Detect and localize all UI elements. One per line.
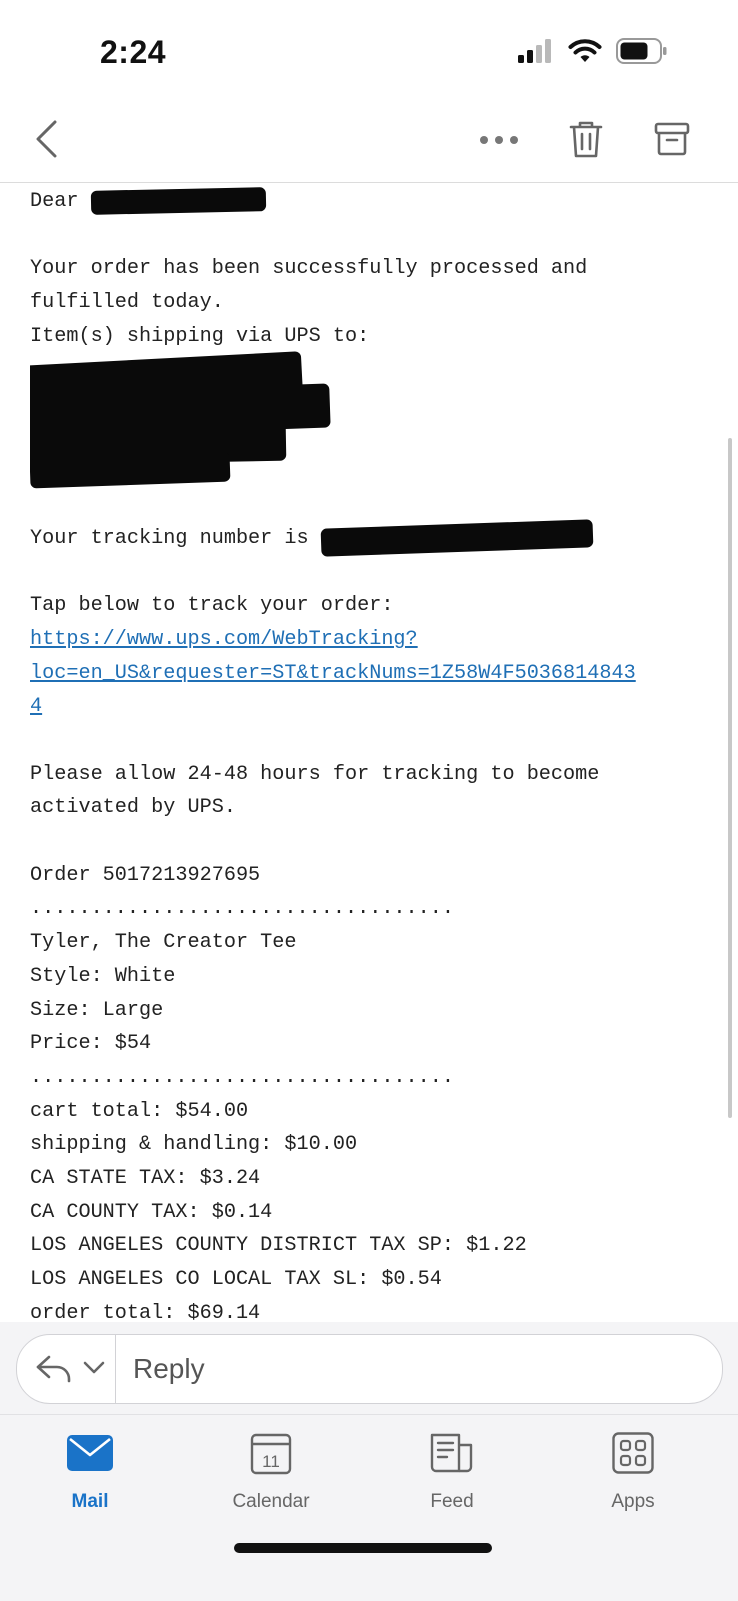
cart-total: cart total: $54.00: [30, 1099, 249, 1123]
tab-calendar-label: Calendar: [232, 1491, 310, 1512]
intro-line-1: Your order has been successfully process…: [30, 257, 588, 281]
greeting-line: Dear: [30, 185, 720, 219]
home-indicator: [234, 1543, 492, 1553]
reply-area: Reply: [0, 1322, 738, 1414]
trash-icon: [568, 119, 604, 164]
tab-mail-label: Mail: [71, 1491, 109, 1512]
ca-state-tax: CA STATE TAX: $3.24: [30, 1166, 261, 1190]
redacted-name: [90, 186, 266, 215]
scrollbar[interactable]: [728, 438, 732, 1118]
reply-arrow-icon[interactable]: [35, 1353, 73, 1388]
tab-apps-label: Apps: [611, 1491, 655, 1512]
tracking-link-line-3[interactable]: 4: [30, 690, 720, 724]
signal-icon: [518, 39, 554, 68]
divider: ...................................: [30, 897, 455, 921]
mail-icon: [25, 1429, 155, 1477]
tab-feed-label: Feed: [430, 1491, 474, 1512]
tab-calendar[interactable]: 11 Calendar: [206, 1429, 336, 1513]
tracking-line: Your tracking number is: [30, 518, 720, 557]
archive-button[interactable]: [652, 118, 692, 164]
intro-line-2: fulfilled today.: [30, 291, 224, 315]
reply-box[interactable]: Reply: [16, 1334, 723, 1404]
tab-bar: Mail 11 Calendar Feed Apps: [0, 1414, 738, 1601]
tab-mail[interactable]: Mail: [25, 1429, 155, 1513]
email-body: Dear Your order has been successfully pr…: [30, 185, 720, 1335]
item-style: Style: White: [30, 964, 176, 988]
greeting-text: Dear: [30, 190, 79, 213]
tracking-prefix: Your tracking number is: [30, 526, 309, 550]
tap-line: Tap below to track your order:: [30, 594, 394, 618]
item-name: Tyler, The Creator Tee: [30, 931, 297, 955]
status-icons: [518, 38, 668, 69]
calendar-day: 11: [262, 1452, 280, 1471]
tracking-link-line-2[interactable]: loc=en_US&requester=ST&trackNums=1Z58W4F…: [30, 657, 720, 691]
tracking-link-line-1[interactable]: https://www.ups.com/WebTracking?: [30, 623, 720, 657]
calendar-icon: 11: [206, 1429, 336, 1477]
feed-icon: [387, 1429, 517, 1477]
la-local-tax: LOS ANGELES CO LOCAL TAX SL: $0.54: [30, 1268, 442, 1292]
email-toolbar: [0, 100, 738, 183]
wifi-icon: [568, 38, 602, 69]
more-button[interactable]: [478, 120, 520, 162]
status-time: 2:24: [100, 34, 167, 70]
item-size: Size: Large: [30, 998, 164, 1022]
la-district-tax: LOS ANGELES COUNTY DISTRICT TAX SP: $1.2…: [30, 1234, 527, 1258]
status-bar: 2:24: [0, 0, 738, 100]
redacted-tracking-number: [320, 518, 594, 557]
tab-apps[interactable]: Apps: [568, 1429, 698, 1513]
chevron-down-icon[interactable]: [83, 1361, 105, 1380]
archive-icon: [654, 121, 690, 162]
back-button[interactable]: [28, 118, 64, 164]
item-price: Price: $54: [30, 1032, 152, 1056]
order-number: Order 5017213927695: [30, 863, 261, 887]
back-chevron-icon: [34, 119, 58, 164]
tab-feed[interactable]: Feed: [387, 1429, 517, 1513]
allow-line-2: activated by UPS.: [30, 796, 236, 820]
allow-line-1: Please allow 24-48 hours for tracking to…: [30, 762, 600, 786]
ca-county-tax: CA COUNTY TAX: $0.14: [30, 1200, 273, 1224]
more-icon: [479, 132, 519, 150]
battery-icon: [616, 38, 668, 69]
tracking-link[interactable]: https://www.ups.com/WebTracking? loc=en_…: [30, 623, 720, 724]
reply-label[interactable]: Reply: [133, 1353, 205, 1385]
divider: ...................................: [30, 1065, 455, 1089]
shipping-line: Item(s) shipping via UPS to:: [30, 324, 370, 348]
reply-separator: [115, 1335, 116, 1403]
shipping-handling: shipping & handling: $10.00: [30, 1133, 358, 1157]
redacted-address: [30, 351, 720, 489]
apps-icon: [568, 1429, 698, 1477]
delete-button[interactable]: [566, 118, 606, 164]
